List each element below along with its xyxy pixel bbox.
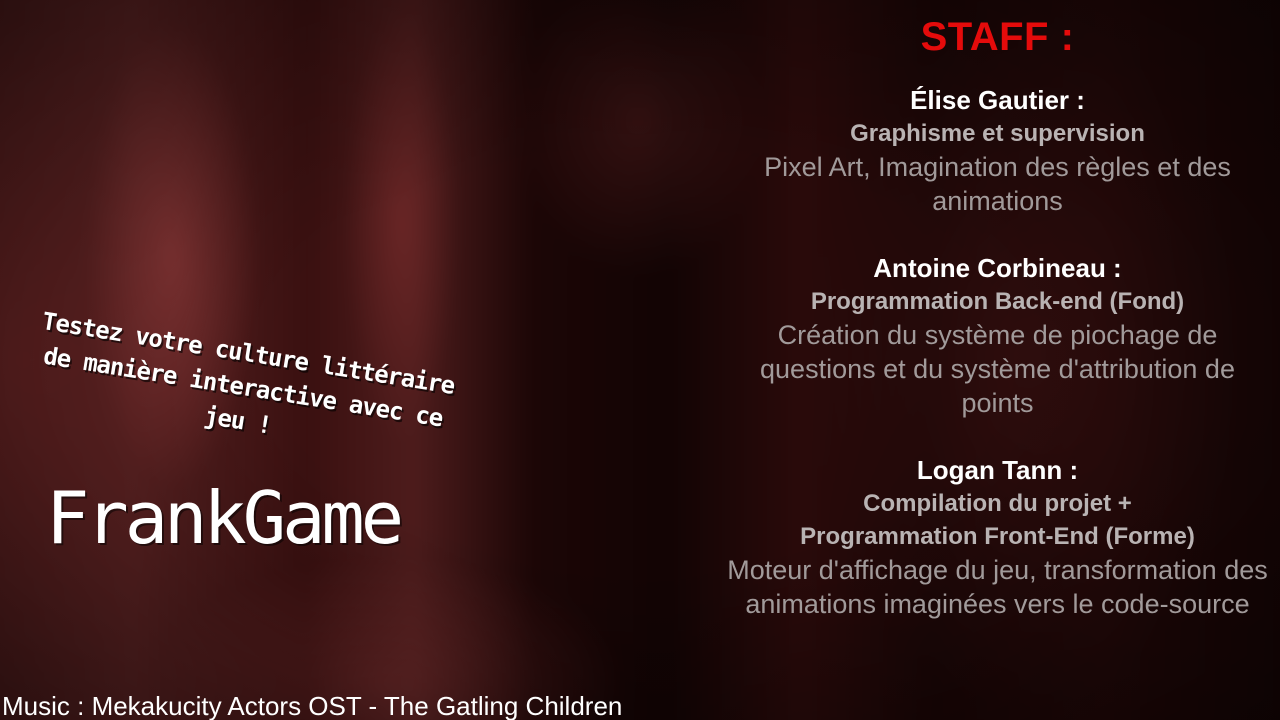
staff-panel: STAFF : Élise Gautier : Graphisme et sup…	[720, 8, 1275, 621]
staff-member-elise: Élise Gautier : Graphisme et supervision…	[720, 84, 1275, 218]
member-description: Création du système de piochage de quest…	[760, 320, 1235, 418]
member-role: Programmation Back-end (Fond)	[810, 288, 1185, 315]
credits-screen: STAFF : Élise Gautier : Graphisme et sup…	[0, 0, 1280, 720]
member-description: Moteur d'affichage du jeu, transformatio…	[727, 555, 1268, 619]
staff-member-logan: Logan Tann : Compilation du projet + Pro…	[720, 454, 1275, 621]
member-role: Graphisme et supervision	[850, 120, 1145, 147]
music-credit: Music : Mekakucity Actors OST - The Gatl…	[2, 691, 623, 720]
staff-member-antoine: Antoine Corbineau : Programmation Back-e…	[720, 252, 1275, 420]
member-role-line-1: Compilation du projet +	[863, 490, 1132, 517]
member-name: Antoine Corbineau :	[873, 253, 1122, 283]
frankgame-logo: FrankGame	[46, 476, 404, 560]
member-name: Élise Gautier :	[910, 85, 1085, 115]
member-name: Logan Tann :	[916, 455, 1079, 485]
member-description: Pixel Art, Imagination des règles et des…	[764, 152, 1231, 216]
staff-title: STAFF :	[920, 15, 1075, 59]
member-role-line-2: Programmation Front-End (Forme)	[800, 523, 1195, 550]
